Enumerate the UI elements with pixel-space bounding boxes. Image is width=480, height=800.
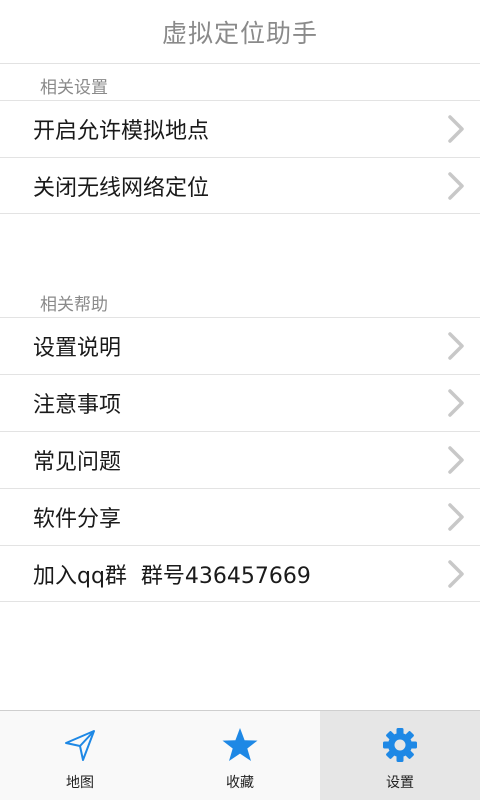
list-item-share-app[interactable]: 软件分享 [0, 488, 480, 545]
tab-settings[interactable]: 设置 [320, 711, 480, 800]
list-item-setup-guide[interactable]: 设置说明 [0, 317, 480, 374]
list-item-faq[interactable]: 常见问题 [0, 431, 480, 488]
list-item-disable-wifi-location[interactable]: 关闭无线网络定位 [0, 157, 480, 214]
bottom-tab-bar: 地图 收藏 设置 [0, 710, 480, 800]
gear-icon [382, 727, 418, 763]
section-header-settings: 相关设置 [40, 78, 108, 98]
app-screen: 虚拟定位助手 相关设置 开启允许模拟地点 关闭无线网络定位 相关帮助 设置说明 … [0, 0, 480, 800]
page-title: 虚拟定位助手 [161, 18, 318, 48]
chevron-right-icon [446, 170, 466, 202]
chevron-right-icon [446, 113, 466, 145]
list-item-label: 设置说明 [33, 336, 122, 361]
tab-label: 设置 [386, 775, 414, 791]
chevron-right-icon [446, 558, 466, 590]
list-item-label: 开启允许模拟地点 [33, 119, 210, 144]
list-item-label: 关闭无线网络定位 [33, 175, 210, 201]
tab-label: 收藏 [226, 775, 254, 791]
section-header-help: 相关帮助 [40, 295, 108, 315]
list-item-label: 注意事项 [33, 393, 122, 418]
navigation-arrow-icon [62, 727, 98, 763]
chevron-right-icon [446, 444, 466, 476]
star-icon [222, 727, 258, 763]
chevron-right-icon [446, 387, 466, 419]
list-item-label: 加入qq群 群号436457669 [33, 563, 311, 589]
chevron-right-icon [446, 330, 466, 362]
list-item-enable-mock-location[interactable]: 开启允许模拟地点 [0, 100, 480, 157]
chevron-right-icon [446, 501, 466, 533]
tab-map[interactable]: 地图 [0, 711, 160, 800]
settings-list: 开启允许模拟地点 关闭无线网络定位 [0, 100, 480, 214]
list-item-notes[interactable]: 注意事项 [0, 374, 480, 431]
tab-favorites[interactable]: 收藏 [160, 711, 320, 800]
list-item-label: 常见问题 [33, 450, 122, 475]
help-list: 设置说明 注意事项 常见问题 软件分享 加入qq群 群号436457669 [0, 317, 480, 602]
list-item-join-qq-group[interactable]: 加入qq群 群号436457669 [0, 545, 480, 602]
title-bar: 虚拟定位助手 [0, 0, 480, 64]
list-item-label: 软件分享 [33, 507, 122, 532]
tab-label: 地图 [66, 775, 94, 791]
